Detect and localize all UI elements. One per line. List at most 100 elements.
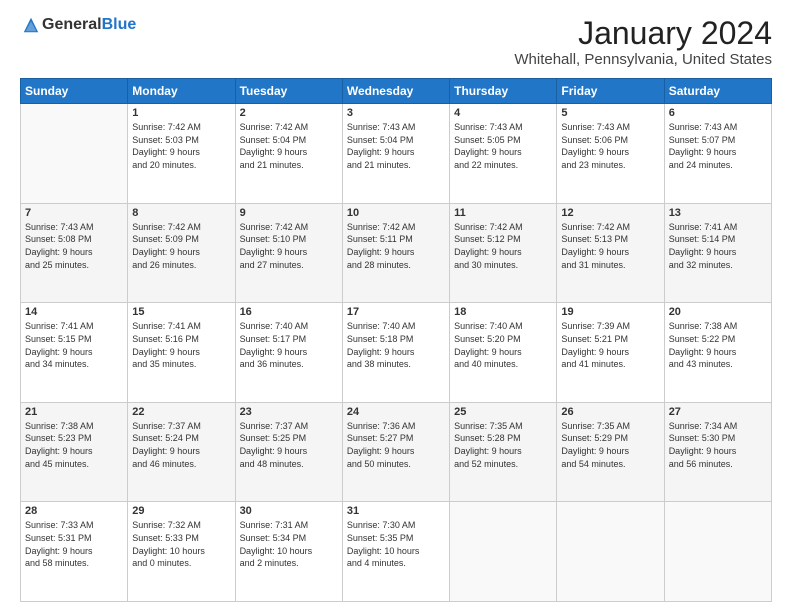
title-block: January 2024 Whitehall, Pennsylvania, Un… [514,16,772,68]
logo-general: General [42,16,102,33]
day-number: 27 [669,406,767,418]
calendar-cell: 28Sunrise: 7:33 AM Sunset: 5:31 PM Dayli… [21,502,128,602]
day-info: Sunrise: 7:43 AM Sunset: 5:05 PM Dayligh… [454,121,552,171]
day-info: Sunrise: 7:42 AM Sunset: 5:12 PM Dayligh… [454,221,552,271]
day-number: 25 [454,406,552,418]
day-number: 14 [25,306,123,318]
day-info: Sunrise: 7:40 AM Sunset: 5:20 PM Dayligh… [454,320,552,370]
week-row-3: 14 Sunrise: 7:41 AM Sunset: 5:15 PM Dayli… [21,303,772,403]
calendar-cell: 17 Sunrise: 7:40 AM Sunset: 5:18 PM Dayli… [342,303,449,403]
calendar-cell: 3Sunrise: 7:43 AM Sunset: 5:04 PM Daylig… [342,104,449,204]
logo: GeneralBlue [20,16,136,34]
day-number: 19 [561,306,659,318]
calendar-cell: 22 Sunrise: 7:37 AM Sunset: 5:24 PM Dayli… [128,402,235,502]
day-info: Sunrise: 7:35 AM Sunset: 5:28 PM Dayligh… [454,420,552,470]
calendar-cell [21,104,128,204]
day-info: Sunrise: 7:41 AM Sunset: 5:16 PM Dayligh… [132,320,230,370]
calendar-cell: 31Sunrise: 7:30 AM Sunset: 5:35 PM Dayli… [342,502,449,602]
day-info: Sunrise: 7:40 AM Sunset: 5:18 PM Dayligh… [347,320,445,370]
day-info: Sunrise: 7:37 AM Sunset: 5:25 PM Dayligh… [240,420,338,470]
day-number: 17 [347,306,445,318]
day-number: 10 [347,207,445,219]
day-info: Sunrise: 7:42 AM Sunset: 5:04 PM Dayligh… [240,121,338,171]
day-info: Sunrise: 7:43 AM Sunset: 5:07 PM Dayligh… [669,121,767,171]
weekday-header-row: SundayMondayTuesdayWednesdayThursdayFrid… [21,79,772,104]
week-row-4: 21 Sunrise: 7:38 AM Sunset: 5:23 PM Dayli… [21,402,772,502]
weekday-header-wednesday: Wednesday [342,79,449,104]
day-number: 23 [240,406,338,418]
weekday-header-thursday: Thursday [450,79,557,104]
calendar-cell: 18Sunrise: 7:40 AM Sunset: 5:20 PM Dayli… [450,303,557,403]
day-number: 30 [240,505,338,517]
calendar-cell: 20Sunrise: 7:38 AM Sunset: 5:22 PM Dayli… [664,303,771,403]
calendar-cell: 23 Sunrise: 7:37 AM Sunset: 5:25 PM Dayli… [235,402,342,502]
day-info: Sunrise: 7:42 AM Sunset: 5:03 PM Dayligh… [132,121,230,171]
month-title: January 2024 [514,16,772,51]
logo-blue: Blue [102,16,137,33]
day-info: Sunrise: 7:40 AM Sunset: 5:17 PM Dayligh… [240,320,338,370]
calendar-cell: 10 Sunrise: 7:42 AM Sunset: 5:11 PM Dayli… [342,203,449,303]
day-info: Sunrise: 7:42 AM Sunset: 5:09 PM Dayligh… [132,221,230,271]
day-number: 21 [25,406,123,418]
day-number: 2 [240,107,338,119]
calendar-cell: 4Sunrise: 7:43 AM Sunset: 5:05 PM Daylig… [450,104,557,204]
calendar-cell: 19 Sunrise: 7:39 AM Sunset: 5:21 PM Dayli… [557,303,664,403]
day-info: Sunrise: 7:37 AM Sunset: 5:24 PM Dayligh… [132,420,230,470]
calendar-cell: 12Sunrise: 7:42 AM Sunset: 5:13 PM Dayli… [557,203,664,303]
day-info: Sunrise: 7:39 AM Sunset: 5:21 PM Dayligh… [561,320,659,370]
page: GeneralBlue January 2024 Whitehall, Penn… [0,0,792,612]
day-info: Sunrise: 7:32 AM Sunset: 5:33 PM Dayligh… [132,519,230,569]
day-info: Sunrise: 7:36 AM Sunset: 5:27 PM Dayligh… [347,420,445,470]
day-number: 24 [347,406,445,418]
calendar-cell: 16 Sunrise: 7:40 AM Sunset: 5:17 PM Dayli… [235,303,342,403]
week-row-1: 1 Sunrise: 7:42 AM Sunset: 5:03 PM Daylig… [21,104,772,204]
day-info: Sunrise: 7:34 AM Sunset: 5:30 PM Dayligh… [669,420,767,470]
day-number: 22 [132,406,230,418]
calendar-cell: 21 Sunrise: 7:38 AM Sunset: 5:23 PM Dayli… [21,402,128,502]
calendar-cell: 24 Sunrise: 7:36 AM Sunset: 5:27 PM Dayli… [342,402,449,502]
day-number: 1 [132,107,230,119]
week-row-5: 28Sunrise: 7:33 AM Sunset: 5:31 PM Dayli… [21,502,772,602]
day-number: 12 [561,207,659,219]
calendar-cell: 25 Sunrise: 7:35 AM Sunset: 5:28 PM Dayli… [450,402,557,502]
day-info: Sunrise: 7:41 AM Sunset: 5:14 PM Dayligh… [669,221,767,271]
day-number: 11 [454,207,552,219]
day-info: Sunrise: 7:33 AM Sunset: 5:31 PM Dayligh… [25,519,123,569]
day-info: Sunrise: 7:31 AM Sunset: 5:34 PM Dayligh… [240,519,338,569]
calendar-cell [664,502,771,602]
day-info: Sunrise: 7:43 AM Sunset: 5:06 PM Dayligh… [561,121,659,171]
calendar-cell: 2 Sunrise: 7:42 AM Sunset: 5:04 PM Daylig… [235,104,342,204]
day-number: 9 [240,207,338,219]
day-number: 29 [132,505,230,517]
day-number: 15 [132,306,230,318]
calendar-cell: 13 Sunrise: 7:41 AM Sunset: 5:14 PM Dayli… [664,203,771,303]
calendar-cell: 29 Sunrise: 7:32 AM Sunset: 5:33 PM Dayli… [128,502,235,602]
day-info: Sunrise: 7:35 AM Sunset: 5:29 PM Dayligh… [561,420,659,470]
day-info: Sunrise: 7:38 AM Sunset: 5:22 PM Dayligh… [669,320,767,370]
calendar-cell: 11 Sunrise: 7:42 AM Sunset: 5:12 PM Dayli… [450,203,557,303]
day-info: Sunrise: 7:42 AM Sunset: 5:10 PM Dayligh… [240,221,338,271]
calendar-cell: 1 Sunrise: 7:42 AM Sunset: 5:03 PM Daylig… [128,104,235,204]
calendar-cell: 15 Sunrise: 7:41 AM Sunset: 5:16 PM Dayli… [128,303,235,403]
location: Whitehall, Pennsylvania, United States [514,51,772,68]
day-info: Sunrise: 7:41 AM Sunset: 5:15 PM Dayligh… [25,320,123,370]
weekday-header-tuesday: Tuesday [235,79,342,104]
day-number: 7 [25,207,123,219]
day-info: Sunrise: 7:38 AM Sunset: 5:23 PM Dayligh… [25,420,123,470]
calendar-cell: 26Sunrise: 7:35 AM Sunset: 5:29 PM Dayli… [557,402,664,502]
calendar-cell: 7Sunrise: 7:43 AM Sunset: 5:08 PM Daylig… [21,203,128,303]
weekday-header-monday: Monday [128,79,235,104]
day-number: 13 [669,207,767,219]
calendar-cell: 30 Sunrise: 7:31 AM Sunset: 5:34 PM Dayli… [235,502,342,602]
day-number: 16 [240,306,338,318]
calendar-cell [557,502,664,602]
calendar-cell: 9 Sunrise: 7:42 AM Sunset: 5:10 PM Daylig… [235,203,342,303]
day-info: Sunrise: 7:42 AM Sunset: 5:11 PM Dayligh… [347,221,445,271]
calendar-table: SundayMondayTuesdayWednesdayThursdayFrid… [20,78,772,602]
weekday-header-friday: Friday [557,79,664,104]
weekday-header-sunday: Sunday [21,79,128,104]
weekday-header-saturday: Saturday [664,79,771,104]
day-number: 31 [347,505,445,517]
day-number: 6 [669,107,767,119]
logo-icon [22,16,40,34]
